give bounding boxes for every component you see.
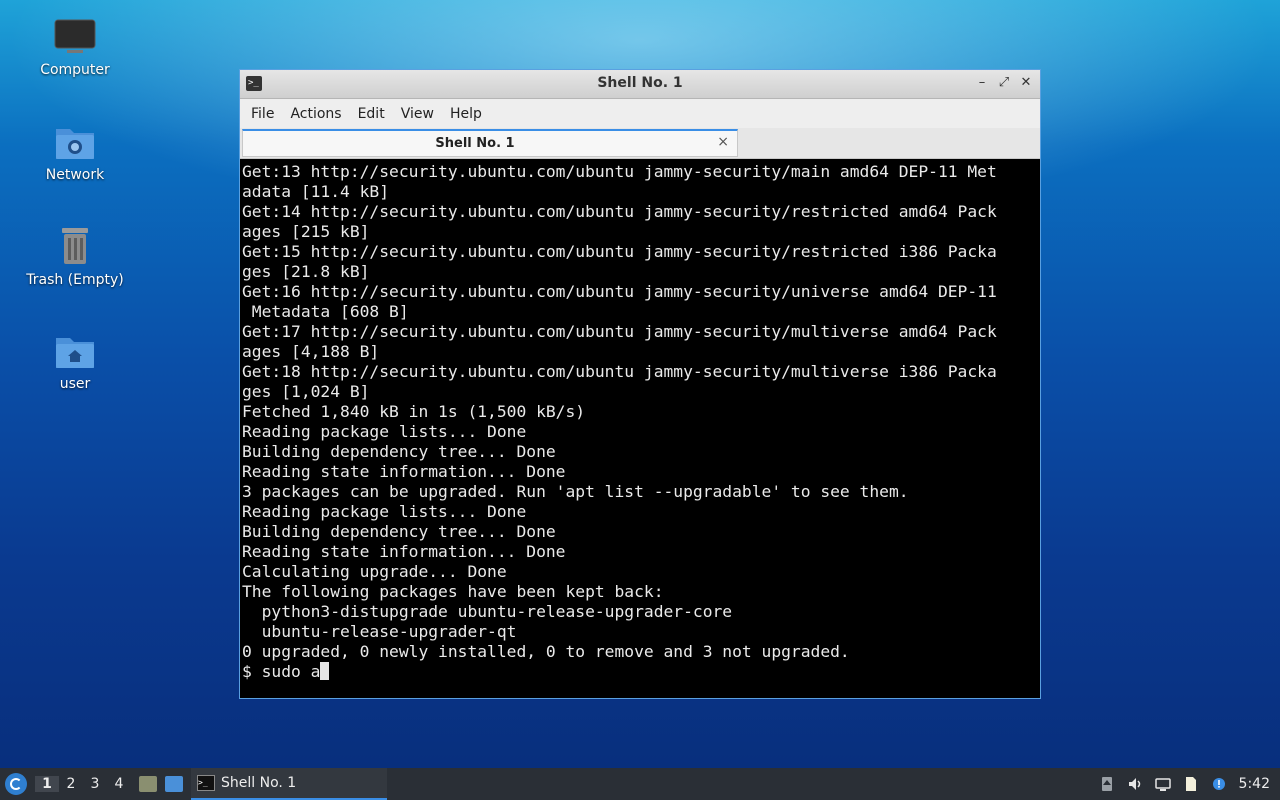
console-line: Get:15 http://security.ubuntu.com/ubuntu…	[242, 242, 997, 261]
console-line: Get:16 http://security.ubuntu.com/ubuntu…	[242, 282, 997, 301]
network-icon[interactable]	[1154, 776, 1171, 792]
menu-bar: File Actions Edit View Help	[240, 99, 1040, 128]
network-folder-icon	[56, 129, 94, 159]
file-manager-icon[interactable]	[139, 776, 157, 792]
console-line: Metadata [608 B]	[242, 302, 409, 321]
console-line: 3 packages can be upgraded. Run 'apt lis…	[242, 482, 909, 501]
workspace-1[interactable]: 1	[35, 776, 59, 792]
console-line: Reading package lists... Done	[242, 422, 527, 441]
volume-icon[interactable]	[1127, 776, 1143, 792]
clock[interactable]: 5:42	[1239, 776, 1270, 792]
maximize-icon[interactable]: ⤢	[998, 75, 1010, 90]
desktop-icon-label: Computer	[40, 62, 110, 78]
desktop-icon-label: Trash (Empty)	[26, 272, 124, 288]
text-cursor	[320, 662, 330, 680]
console-line: Reading state information... Done	[242, 462, 566, 481]
monitor-icon	[54, 19, 96, 53]
window-titlebar[interactable]: >_ Shell No. 1 – ⤢ ✕	[240, 70, 1040, 99]
desktop-icon-network[interactable]: Network	[20, 123, 130, 183]
workspace-3[interactable]: 3	[83, 776, 107, 792]
desktop-icon-user-home[interactable]: user	[20, 332, 130, 392]
notes-icon[interactable]	[1183, 776, 1199, 792]
console-line: ages [215 kB]	[242, 222, 370, 241]
tab-close-icon[interactable]: ×	[717, 134, 729, 150]
tab-bar: Shell No. 1 ×	[240, 128, 1040, 159]
menu-help[interactable]: Help	[443, 106, 489, 122]
close-icon[interactable]: ✕	[1020, 75, 1032, 90]
console-line: Get:14 http://security.ubuntu.com/ubuntu…	[242, 202, 997, 221]
console-line: Get:13 http://security.ubuntu.com/ubuntu…	[242, 162, 997, 181]
minimize-icon[interactable]: –	[976, 75, 988, 90]
console-line: ages [4,188 B]	[242, 342, 380, 361]
show-desktop-icon[interactable]	[165, 776, 183, 792]
desktop-icon-computer[interactable]: Computer	[20, 18, 130, 78]
menu-view[interactable]: View	[394, 106, 441, 122]
console-line: Building dependency tree... Done	[242, 442, 556, 461]
console-line: Building dependency tree... Done	[242, 522, 556, 541]
trash-icon	[62, 228, 88, 264]
console-line: ges [1,024 B]	[242, 382, 370, 401]
console-line: Get:17 http://security.ubuntu.com/ubuntu…	[242, 322, 997, 341]
terminal-output[interactable]: Get:13 http://security.ubuntu.com/ubuntu…	[242, 162, 1038, 696]
terminal-window[interactable]: >_ Shell No. 1 – ⤢ ✕ File Actions Edit V…	[239, 69, 1041, 699]
console-line: Get:18 http://security.ubuntu.com/ubuntu…	[242, 362, 997, 381]
console-line: Reading state information... Done	[242, 542, 566, 561]
workspace-4[interactable]: 4	[107, 776, 131, 792]
console-line: Reading package lists... Done	[242, 502, 527, 521]
taskbar-item-shell[interactable]: >_ Shell No. 1	[191, 768, 387, 800]
workspace-2[interactable]: 2	[59, 776, 83, 792]
console-line: The following packages have been kept ba…	[242, 582, 664, 601]
menu-actions[interactable]: Actions	[283, 106, 348, 122]
menu-edit[interactable]: Edit	[351, 106, 392, 122]
desktop-icon-label: user	[59, 376, 91, 392]
desktop-icon-trash[interactable]: Trash (Empty)	[20, 226, 130, 288]
start-menu-icon[interactable]	[5, 773, 27, 795]
notification-icon[interactable]	[1211, 776, 1227, 792]
taskbar: 1 2 3 4 >_ Shell No. 1 5:42	[0, 768, 1280, 800]
menu-file[interactable]: File	[244, 106, 281, 122]
console-line: python3-distupgrade ubuntu-release-upgra…	[242, 602, 733, 621]
tab-label: Shell No. 1	[435, 136, 515, 151]
console-line: ges [21.8 kB]	[242, 262, 370, 281]
console-line: Calculating upgrade... Done	[242, 562, 507, 581]
console-line: Fetched 1,840 kB in 1s (1,500 kB/s)	[242, 402, 586, 421]
desktop-icon-label: Network	[45, 167, 105, 183]
system-tray: 5:42	[1099, 776, 1280, 792]
console-line: adata [11.4 kB]	[242, 182, 390, 201]
tab-shell-1[interactable]: Shell No. 1 ×	[242, 129, 738, 157]
console-line: 0 upgraded, 0 newly installed, 0 to remo…	[242, 642, 850, 661]
workspace-switcher: 1 2 3 4	[35, 776, 131, 792]
taskbar-item-label: Shell No. 1	[221, 775, 297, 791]
window-title: Shell No. 1	[597, 75, 683, 91]
console-prompt[interactable]: $ sudo a	[242, 662, 1038, 682]
console-line: ubuntu-release-upgrader-qt	[242, 622, 517, 641]
terminal-icon: >_	[197, 775, 215, 791]
prompt-text: $ sudo a	[242, 662, 321, 681]
home-folder-icon	[56, 338, 94, 368]
clipboard-icon[interactable]	[1099, 776, 1115, 792]
